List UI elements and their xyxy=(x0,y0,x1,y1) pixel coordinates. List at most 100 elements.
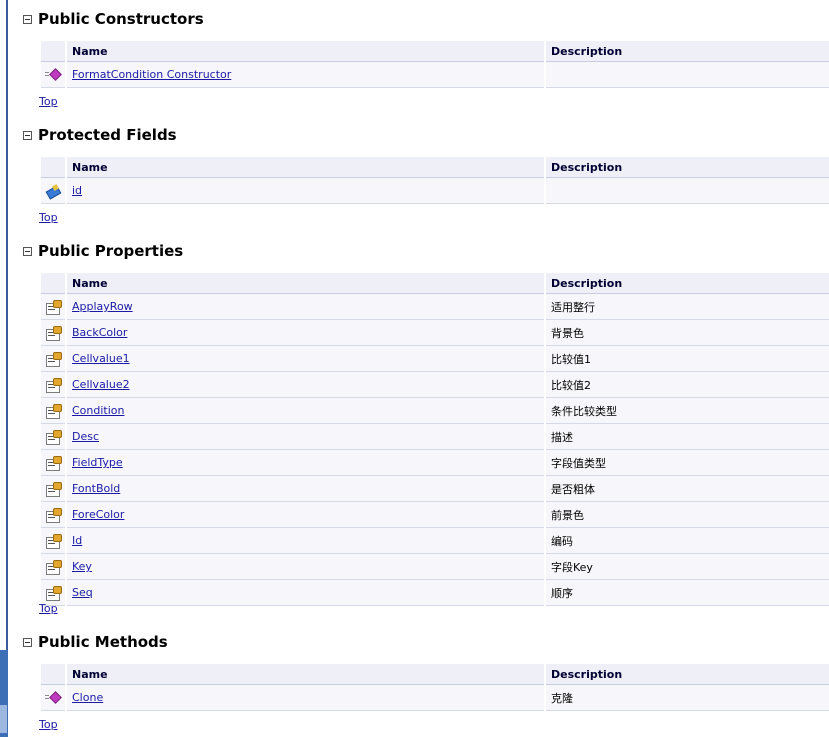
row-description-cell: 编码 xyxy=(546,528,829,554)
members-table: Name Description Clone 克隆 xyxy=(39,664,829,711)
row-description-cell xyxy=(546,62,829,88)
member-link[interactable]: Clone xyxy=(72,691,103,704)
property-icon xyxy=(45,559,62,575)
table-row: FieldType 字段值类型 xyxy=(41,450,829,476)
table-row: Key 字段Key xyxy=(41,554,829,580)
top-link[interactable]: Top xyxy=(39,211,58,224)
row-icon-cell xyxy=(41,450,65,476)
section-header[interactable]: Public Constructors xyxy=(23,9,204,29)
row-name-cell: Key xyxy=(67,554,544,580)
members-table: Name Description id xyxy=(39,157,829,204)
icon-column-header xyxy=(41,664,65,685)
row-description-cell xyxy=(546,178,829,204)
collapse-icon[interactable] xyxy=(23,637,32,647)
table-header-row: Name Description xyxy=(41,157,829,178)
row-name-cell: FormatCondition Constructor xyxy=(67,62,544,88)
row-name-cell: Cellvalue2 xyxy=(67,372,544,398)
member-link[interactable]: FontBold xyxy=(72,482,120,495)
collapse-icon[interactable] xyxy=(23,246,32,256)
row-name-cell: Clone xyxy=(67,685,544,711)
property-icon xyxy=(45,507,62,523)
row-icon-cell xyxy=(41,424,65,450)
table-row: ApplayRow 适用整行 xyxy=(41,294,829,320)
member-link[interactable]: id xyxy=(72,184,82,197)
member-description: 适用整行 xyxy=(551,300,595,314)
top-link[interactable]: Top xyxy=(39,95,58,108)
top-link[interactable]: Top xyxy=(39,718,58,731)
row-description-cell: 前景色 xyxy=(546,502,829,528)
member-description: 前景色 xyxy=(551,508,584,522)
member-link[interactable]: BackColor xyxy=(72,326,127,339)
property-icon xyxy=(45,429,62,445)
property-icon xyxy=(45,455,62,471)
section-title: Public Properties xyxy=(38,242,184,260)
member-link[interactable]: Key xyxy=(72,560,92,573)
icon-column-header xyxy=(41,157,65,178)
row-name-cell: Condition xyxy=(67,398,544,424)
row-icon-cell xyxy=(41,398,65,424)
table-row: Condition 条件比较类型 xyxy=(41,398,829,424)
method-icon xyxy=(45,67,62,82)
section-title: Public Methods xyxy=(38,633,168,651)
property-icon xyxy=(45,403,62,419)
table-header-row: Name Description xyxy=(41,273,829,294)
table-row: ForeColor 前景色 xyxy=(41,502,829,528)
row-icon-cell xyxy=(41,528,65,554)
row-name-cell: FieldType xyxy=(67,450,544,476)
row-description-cell: 字段Key xyxy=(546,554,829,580)
section-header[interactable]: Public Properties xyxy=(23,241,183,261)
row-icon-cell xyxy=(41,320,65,346)
row-icon-cell xyxy=(41,294,65,320)
top-link[interactable]: Top xyxy=(39,602,58,615)
property-icon xyxy=(45,299,62,315)
member-link[interactable]: Cellvalue2 xyxy=(72,378,130,391)
table-row: Cellvalue1 比较值1 xyxy=(41,346,829,372)
member-link[interactable]: ForeColor xyxy=(72,508,124,521)
table-row: Clone 克隆 xyxy=(41,685,829,711)
member-description: 字段值类型 xyxy=(551,456,606,470)
row-name-cell: ForeColor xyxy=(67,502,544,528)
section-title: Protected Fields xyxy=(38,126,177,144)
member-description: 是否粗体 xyxy=(551,482,595,496)
member-link[interactable]: Desc xyxy=(72,430,99,443)
property-icon xyxy=(45,377,62,393)
frame-left-edge xyxy=(0,0,8,737)
table-row: FontBold 是否粗体 xyxy=(41,476,829,502)
member-link[interactable]: FormatCondition Constructor xyxy=(72,68,231,81)
member-link[interactable]: ApplayRow xyxy=(72,300,133,313)
collapse-icon[interactable] xyxy=(23,130,32,140)
name-column-header: Name xyxy=(67,664,544,685)
member-link[interactable]: Cellvalue1 xyxy=(72,352,130,365)
row-name-cell: ApplayRow xyxy=(67,294,544,320)
row-name-cell: Id xyxy=(67,528,544,554)
member-link[interactable]: Id xyxy=(72,534,82,547)
row-icon-cell xyxy=(41,372,65,398)
table-row: id xyxy=(41,178,829,204)
member-link[interactable]: Condition xyxy=(72,404,125,417)
row-name-cell: Seq xyxy=(67,580,544,606)
member-description: 编码 xyxy=(551,534,573,548)
property-icon xyxy=(45,325,62,341)
section-header[interactable]: Protected Fields xyxy=(23,125,177,145)
row-description-cell: 顺序 xyxy=(546,580,829,606)
member-description: 比较值2 xyxy=(551,378,591,392)
row-icon-cell xyxy=(41,178,65,204)
row-name-cell: id xyxy=(67,178,544,204)
row-name-cell: FontBold xyxy=(67,476,544,502)
section-header[interactable]: Public Methods xyxy=(23,632,168,652)
name-column-header: Name xyxy=(67,157,544,178)
frame-nav-highlight xyxy=(0,705,7,733)
collapse-icon[interactable] xyxy=(23,14,32,24)
table-header-row: Name Description xyxy=(41,664,829,685)
row-icon-cell xyxy=(41,476,65,502)
row-description-cell: 条件比较类型 xyxy=(546,398,829,424)
icon-column-header xyxy=(41,273,65,294)
member-link[interactable]: Seq xyxy=(72,586,93,599)
member-description: 字段Key xyxy=(551,560,593,574)
row-icon-cell xyxy=(41,685,65,711)
member-link[interactable]: FieldType xyxy=(72,456,123,469)
table-row: Seq 顺序 xyxy=(41,580,829,606)
frame-border xyxy=(6,0,8,737)
row-description-cell: 描述 xyxy=(546,424,829,450)
row-description-cell: 是否粗体 xyxy=(546,476,829,502)
